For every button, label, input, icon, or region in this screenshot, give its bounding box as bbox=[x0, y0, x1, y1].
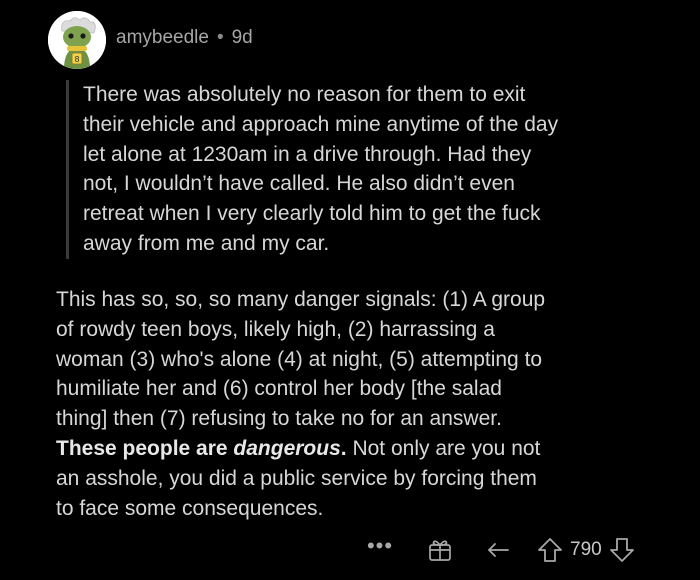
quote-line: There was absolutely no reason for them … bbox=[83, 83, 526, 106]
body-line: humiliate her and (6) control her body [… bbox=[56, 377, 502, 401]
comment-actions: ••• 790 bbox=[360, 532, 636, 568]
bold-italic-text: dangerous bbox=[233, 436, 341, 460]
award-icon[interactable] bbox=[426, 536, 454, 564]
body-line: woman (3) who's alone (4) at night, (5) … bbox=[56, 347, 543, 371]
downvote-icon[interactable] bbox=[608, 536, 636, 564]
body-line-emphasis: These people are dangerous. Not only are… bbox=[56, 434, 686, 464]
quote-line: away from me and my car. bbox=[83, 231, 330, 255]
body-line: This has so, so, so many danger signals:… bbox=[56, 288, 546, 311]
quote-line: their vehicle and approach mine anytime … bbox=[83, 112, 559, 136]
avatar[interactable]: 8 bbox=[48, 11, 106, 69]
vote-score: 790 bbox=[570, 539, 602, 560]
body-line: an asshole, you did a public service by … bbox=[56, 466, 537, 490]
comment-age: 9d bbox=[231, 27, 253, 48]
quote-line: let alone at 1230am in a drive through. … bbox=[83, 142, 532, 166]
body-line: of rowdy teen boys, likely high, (2) har… bbox=[56, 317, 495, 341]
upvote-icon[interactable] bbox=[536, 536, 564, 564]
reply-icon[interactable] bbox=[484, 536, 512, 564]
more-icon[interactable]: ••• bbox=[360, 533, 400, 559]
avatar-frog-character-icon: 8 bbox=[48, 11, 106, 69]
username[interactable]: amybeedle bbox=[116, 27, 209, 49]
bold-text: These people are dangerous. bbox=[56, 437, 347, 460]
bold-text-start: These people are bbox=[56, 436, 234, 460]
quote-line: retreat when I very clearly told him to … bbox=[83, 202, 541, 226]
meta-separator: • bbox=[216, 27, 224, 48]
blockquote: There was absolutely no reason for them … bbox=[66, 80, 683, 259]
comment-header: 8 amybeedle • 9d bbox=[48, 10, 253, 70]
body-line: to face some consequences. bbox=[56, 496, 324, 520]
plain-text: Not only are you not bbox=[346, 436, 541, 460]
comment-meta: amybeedle • 9d bbox=[116, 27, 253, 49]
quote-line: not, I wouldn’t have called. He also did… bbox=[83, 172, 515, 196]
body-line: thing] then (7) refusing to take no for … bbox=[56, 407, 502, 431]
comment-body: This has so, so, so many danger signals:… bbox=[56, 285, 686, 523]
svg-text:8: 8 bbox=[74, 55, 79, 64]
